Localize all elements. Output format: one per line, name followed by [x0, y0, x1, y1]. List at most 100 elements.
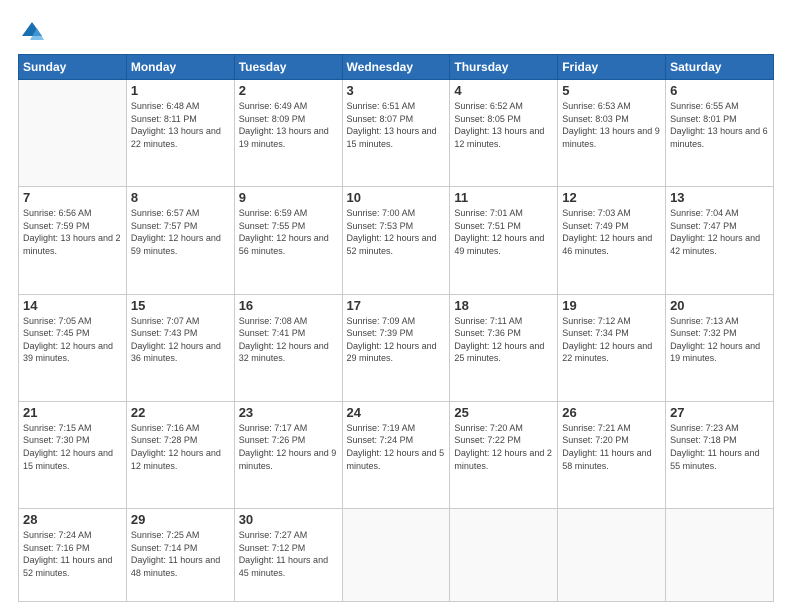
day-of-week-header: Monday: [126, 55, 234, 80]
calendar-day-cell: 17 Sunrise: 7:09 AMSunset: 7:39 PMDayligh…: [342, 294, 450, 401]
calendar-day-cell: [450, 509, 558, 602]
calendar-header-row: SundayMondayTuesdayWednesdayThursdayFrid…: [19, 55, 774, 80]
day-info: Sunrise: 6:51 AMSunset: 8:07 PMDaylight:…: [347, 100, 446, 150]
day-number: 5: [562, 83, 661, 98]
logo-icon: [18, 18, 46, 46]
calendar-day-cell: 14Sunrise: 7:05 AMSunset: 7:45 PMDayligh…: [19, 294, 127, 401]
day-number: 6: [670, 83, 769, 98]
calendar-day-cell: 24Sunrise: 7:19 AMSunset: 7:24 PMDayligh…: [342, 401, 450, 508]
calendar-day-cell: [342, 509, 450, 602]
day-info: Sunrise: 7:07 AMSunset: 7:43 PMDaylight:…: [131, 315, 230, 365]
calendar-day-cell: 25Sunrise: 7:20 AMSunset: 7:22 PMDayligh…: [450, 401, 558, 508]
day-info: Sunrise: 6:52 AMSunset: 8:05 PMDaylight:…: [454, 100, 553, 150]
day-info: Sunrise: 7:24 AMSunset: 7:16 PMDaylight:…: [23, 529, 122, 579]
calendar-day-cell: 6 Sunrise: 6:55 AMSunset: 8:01 PMDaylight…: [666, 80, 774, 187]
day-number: 23: [239, 405, 338, 420]
day-number: 15: [131, 298, 230, 313]
calendar-day-cell: 7Sunrise: 6:56 AMSunset: 7:59 PMDaylight…: [19, 187, 127, 294]
calendar-day-cell: 11Sunrise: 7:01 AMSunset: 7:51 PMDayligh…: [450, 187, 558, 294]
day-info: Sunrise: 6:56 AMSunset: 7:59 PMDaylight:…: [23, 207, 122, 257]
day-number: 27: [670, 405, 769, 420]
day-info: Sunrise: 7:27 AMSunset: 7:12 PMDaylight:…: [239, 529, 338, 579]
day-info: Sunrise: 7:13 AMSunset: 7:32 PMDaylight:…: [670, 315, 769, 365]
calendar-day-cell: 12 Sunrise: 7:03 AMSunset: 7:49 PMDayligh…: [558, 187, 666, 294]
day-info: Sunrise: 6:48 AMSunset: 8:11 PMDaylight:…: [131, 100, 230, 150]
day-number: 22: [131, 405, 230, 420]
calendar-day-cell: 30Sunrise: 7:27 AMSunset: 7:12 PMDayligh…: [234, 509, 342, 602]
calendar-day-cell: 15 Sunrise: 7:07 AMSunset: 7:43 PMDayligh…: [126, 294, 234, 401]
day-number: 4: [454, 83, 553, 98]
day-of-week-header: Sunday: [19, 55, 127, 80]
logo: [18, 18, 50, 46]
calendar-week-row: 7Sunrise: 6:56 AMSunset: 7:59 PMDaylight…: [19, 187, 774, 294]
day-info: Sunrise: 7:17 AMSunset: 7:26 PMDaylight:…: [239, 422, 338, 472]
day-number: 8: [131, 190, 230, 205]
day-number: 14: [23, 298, 122, 313]
calendar-day-cell: 18Sunrise: 7:11 AMSunset: 7:36 PMDayligh…: [450, 294, 558, 401]
day-info: Sunrise: 7:03 AMSunset: 7:49 PMDaylight:…: [562, 207, 661, 257]
day-number: 19: [562, 298, 661, 313]
day-number: 17: [347, 298, 446, 313]
day-info: Sunrise: 7:25 AMSunset: 7:14 PMDaylight:…: [131, 529, 230, 579]
calendar-day-cell: [19, 80, 127, 187]
calendar-day-cell: 13 Sunrise: 7:04 AMSunset: 7:47 PMDayligh…: [666, 187, 774, 294]
day-of-week-header: Tuesday: [234, 55, 342, 80]
calendar-day-cell: 2 Sunrise: 6:49 AMSunset: 8:09 PMDaylight…: [234, 80, 342, 187]
calendar-day-cell: 20 Sunrise: 7:13 AMSunset: 7:32 PMDayligh…: [666, 294, 774, 401]
calendar-day-cell: 29 Sunrise: 7:25 AMSunset: 7:14 PMDayligh…: [126, 509, 234, 602]
calendar-day-cell: 4 Sunrise: 6:52 AMSunset: 8:05 PMDaylight…: [450, 80, 558, 187]
calendar-week-row: 1 Sunrise: 6:48 AMSunset: 8:11 PMDaylight…: [19, 80, 774, 187]
calendar-day-cell: [558, 509, 666, 602]
day-number: 18: [454, 298, 553, 313]
calendar-week-row: 14Sunrise: 7:05 AMSunset: 7:45 PMDayligh…: [19, 294, 774, 401]
day-number: 29: [131, 512, 230, 527]
calendar-day-cell: 10Sunrise: 7:00 AMSunset: 7:53 PMDayligh…: [342, 187, 450, 294]
day-info: Sunrise: 7:23 AMSunset: 7:18 PMDaylight:…: [670, 422, 769, 472]
day-info: Sunrise: 6:57 AMSunset: 7:57 PMDaylight:…: [131, 207, 230, 257]
day-info: Sunrise: 6:55 AMSunset: 8:01 PMDaylight:…: [670, 100, 769, 150]
day-info: Sunrise: 7:09 AMSunset: 7:39 PMDaylight:…: [347, 315, 446, 365]
day-number: 25: [454, 405, 553, 420]
day-number: 26: [562, 405, 661, 420]
day-number: 9: [239, 190, 338, 205]
day-of-week-header: Saturday: [666, 55, 774, 80]
calendar-day-cell: 26 Sunrise: 7:21 AMSunset: 7:20 PMDayligh…: [558, 401, 666, 508]
calendar-day-cell: 8 Sunrise: 6:57 AMSunset: 7:57 PMDaylight…: [126, 187, 234, 294]
calendar-day-cell: 19 Sunrise: 7:12 AMSunset: 7:34 PMDayligh…: [558, 294, 666, 401]
calendar-day-cell: 23 Sunrise: 7:17 AMSunset: 7:26 PMDayligh…: [234, 401, 342, 508]
day-number: 21: [23, 405, 122, 420]
day-number: 10: [347, 190, 446, 205]
day-number: 16: [239, 298, 338, 313]
day-info: Sunrise: 7:04 AMSunset: 7:47 PMDaylight:…: [670, 207, 769, 257]
day-number: 28: [23, 512, 122, 527]
calendar-day-cell: 28 Sunrise: 7:24 AMSunset: 7:16 PMDayligh…: [19, 509, 127, 602]
day-info: Sunrise: 6:59 AMSunset: 7:55 PMDaylight:…: [239, 207, 338, 257]
day-number: 1: [131, 83, 230, 98]
day-info: Sunrise: 6:49 AMSunset: 8:09 PMDaylight:…: [239, 100, 338, 150]
day-info: Sunrise: 7:15 AMSunset: 7:30 PMDaylight:…: [23, 422, 122, 472]
calendar-table: SundayMondayTuesdayWednesdayThursdayFrid…: [18, 54, 774, 602]
day-info: Sunrise: 7:19 AMSunset: 7:24 PMDaylight:…: [347, 422, 446, 472]
day-number: 13: [670, 190, 769, 205]
day-info: Sunrise: 7:21 AMSunset: 7:20 PMDaylight:…: [562, 422, 661, 472]
page-header: [18, 18, 774, 46]
calendar-week-row: 21 Sunrise: 7:15 AMSunset: 7:30 PMDayligh…: [19, 401, 774, 508]
day-number: 12: [562, 190, 661, 205]
day-number: 20: [670, 298, 769, 313]
calendar-day-cell: [666, 509, 774, 602]
day-number: 11: [454, 190, 553, 205]
day-of-week-header: Thursday: [450, 55, 558, 80]
calendar-day-cell: 16Sunrise: 7:08 AMSunset: 7:41 PMDayligh…: [234, 294, 342, 401]
calendar-day-cell: 1 Sunrise: 6:48 AMSunset: 8:11 PMDaylight…: [126, 80, 234, 187]
calendar-day-cell: 27 Sunrise: 7:23 AMSunset: 7:18 PMDayligh…: [666, 401, 774, 508]
day-of-week-header: Friday: [558, 55, 666, 80]
day-of-week-header: Wednesday: [342, 55, 450, 80]
calendar-day-cell: 9 Sunrise: 6:59 AMSunset: 7:55 PMDaylight…: [234, 187, 342, 294]
day-info: Sunrise: 7:12 AMSunset: 7:34 PMDaylight:…: [562, 315, 661, 365]
day-info: Sunrise: 6:53 AMSunset: 8:03 PMDaylight:…: [562, 100, 661, 150]
day-info: Sunrise: 7:16 AMSunset: 7:28 PMDaylight:…: [131, 422, 230, 472]
calendar-day-cell: 3 Sunrise: 6:51 AMSunset: 8:07 PMDaylight…: [342, 80, 450, 187]
day-number: 3: [347, 83, 446, 98]
day-number: 2: [239, 83, 338, 98]
calendar-week-row: 28 Sunrise: 7:24 AMSunset: 7:16 PMDayligh…: [19, 509, 774, 602]
